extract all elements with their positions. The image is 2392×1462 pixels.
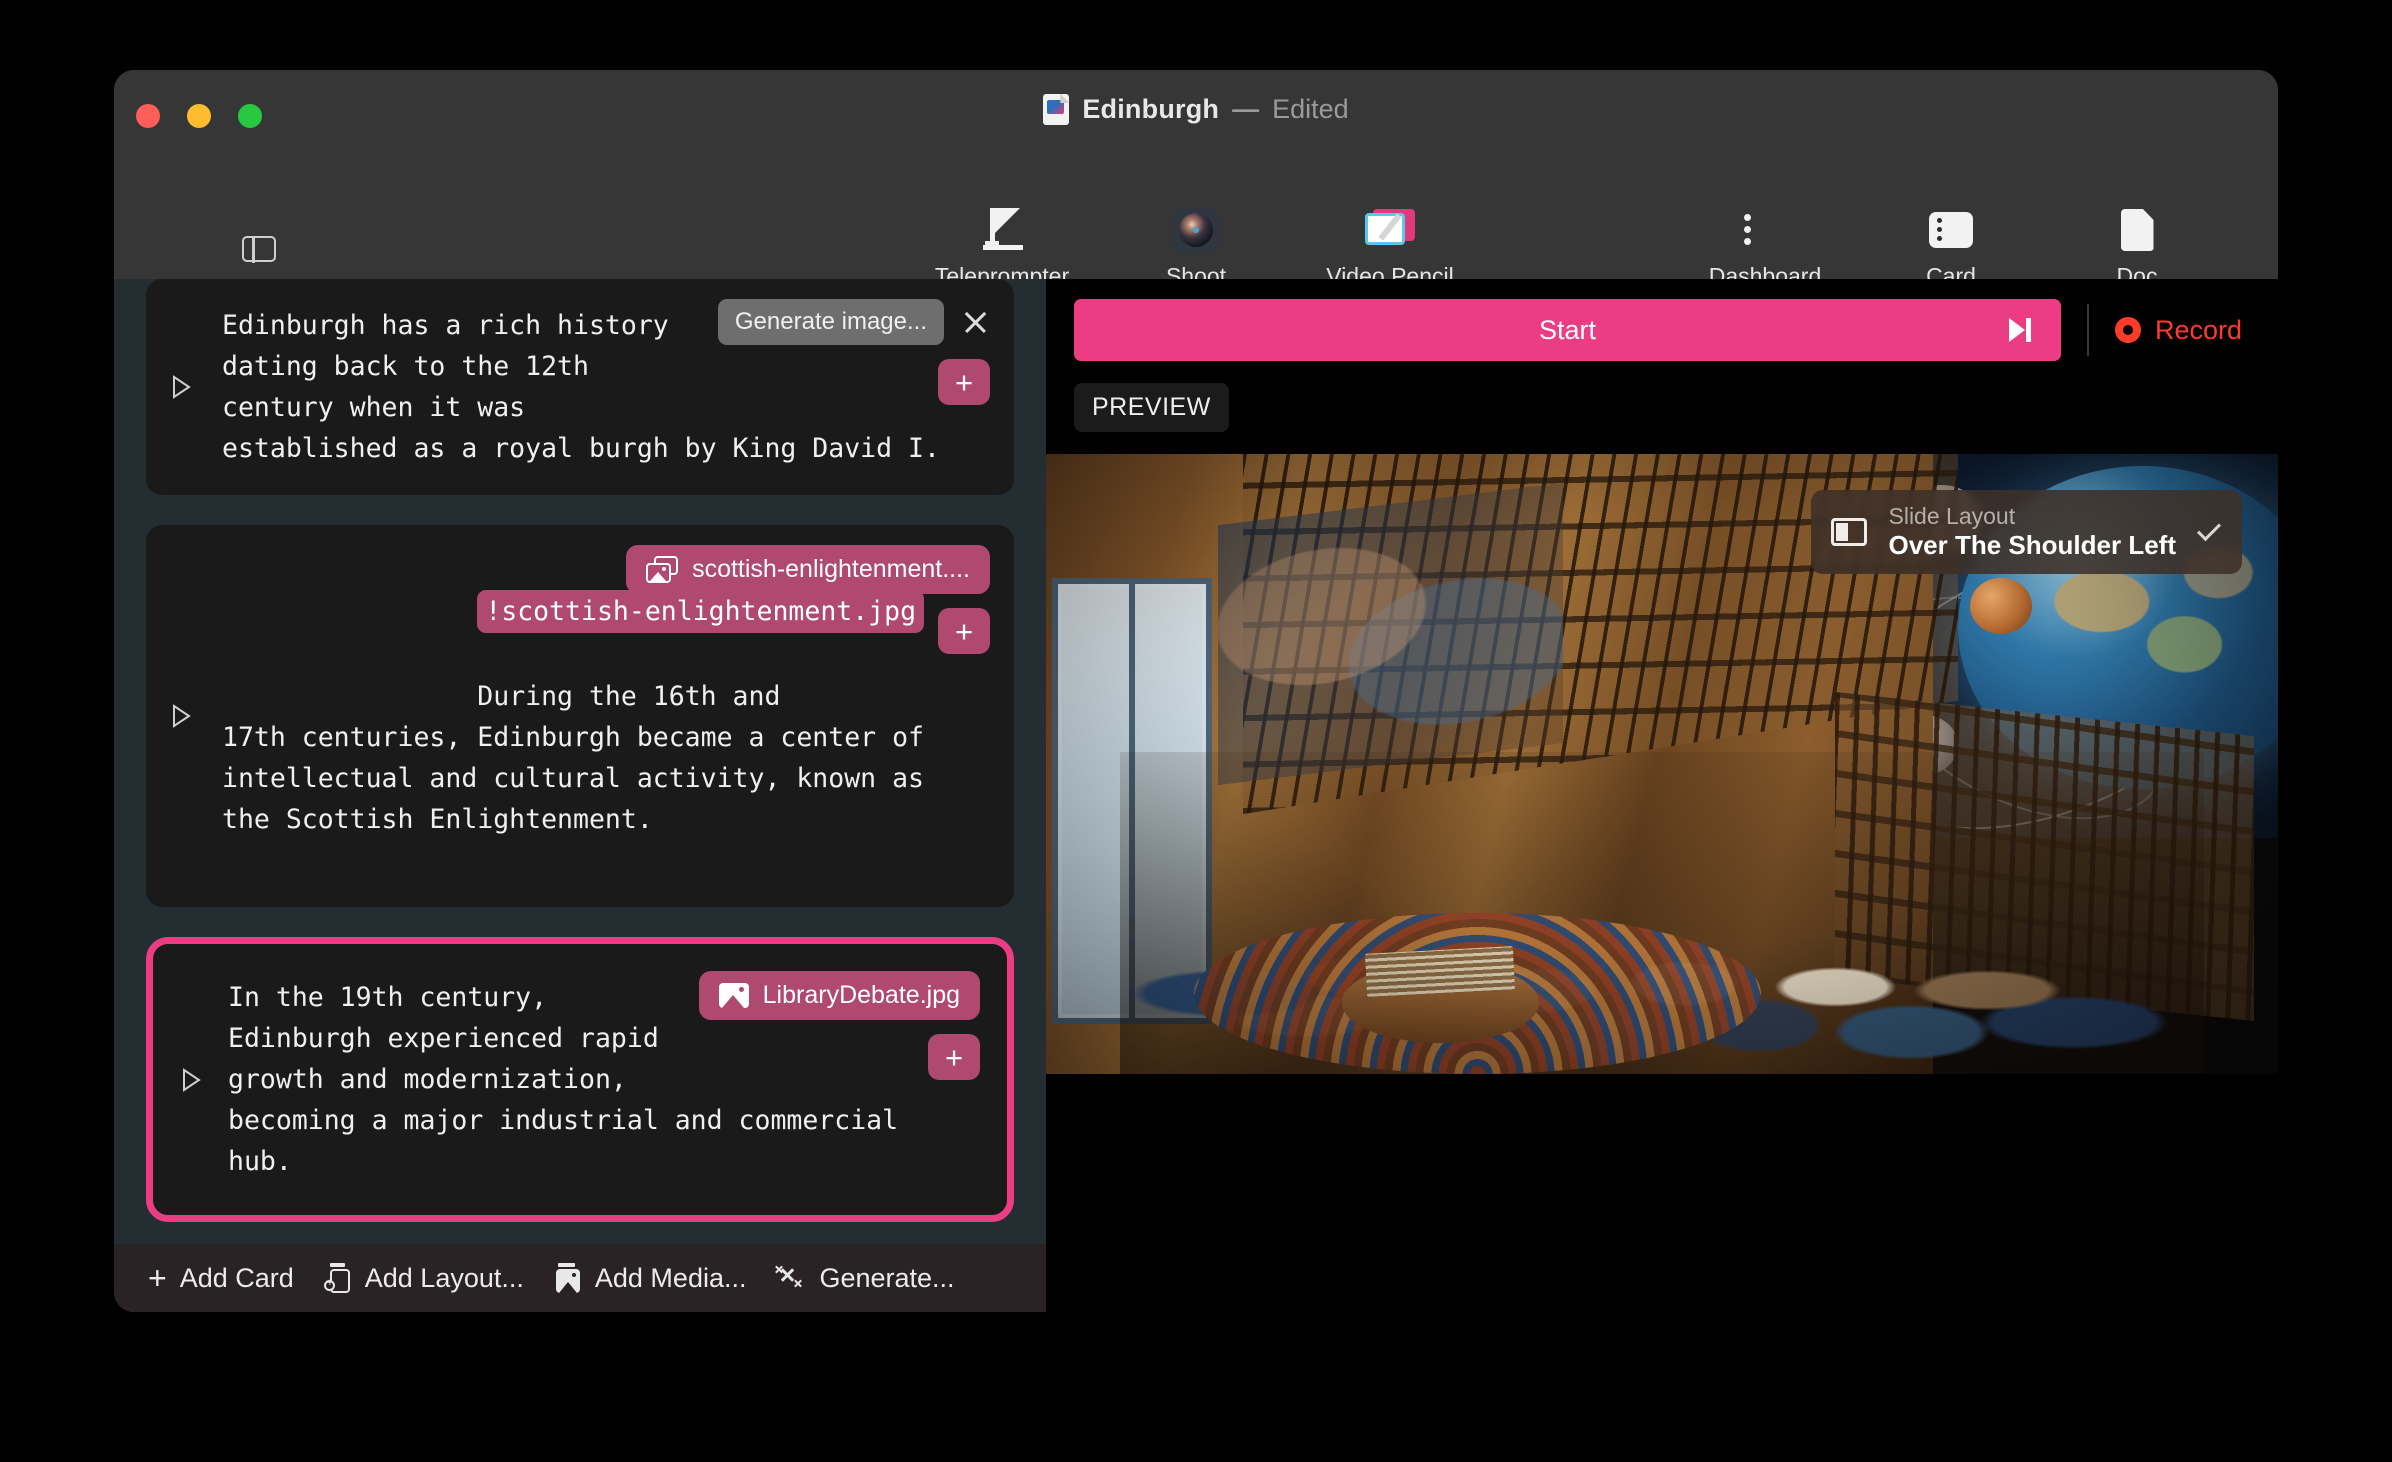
toolbar-item-shoot[interactable]: Shoot bbox=[1131, 207, 1261, 290]
card-actions: Generate image... + bbox=[717, 299, 990, 405]
toolbar-item-dashboard[interactable]: Dashboard bbox=[1700, 207, 1830, 290]
app-window: Edinburgh — Edited Teleprompter Shoot Vi… bbox=[114, 70, 2278, 1312]
slide-layout-title: Slide Layout bbox=[1888, 503, 2016, 529]
window-title: Edinburgh — Edited bbox=[114, 94, 2278, 125]
start-button[interactable]: Start bbox=[1074, 299, 2061, 361]
window-edit-state: Edited bbox=[1272, 94, 1349, 124]
record-button[interactable]: Record bbox=[2114, 314, 2250, 346]
card-list-icon bbox=[1929, 207, 1973, 253]
toolbar-item-video-pencil[interactable]: Video Pencil bbox=[1325, 207, 1455, 290]
photo-stack-icon bbox=[646, 556, 679, 583]
add-card-button[interactable]: + Add Card bbox=[148, 1262, 294, 1294]
slide-layout-selector[interactable]: Slide Layout Over The Shoulder Left bbox=[1810, 490, 2242, 574]
document-icon bbox=[2120, 207, 2154, 253]
card-text[interactable]: During the 16th and 17th centuries, Edin… bbox=[222, 681, 924, 835]
skip-forward-icon bbox=[2008, 318, 2031, 342]
preview-badge: PREVIEW bbox=[1074, 383, 1229, 432]
generate-image-button[interactable]: Generate image... bbox=[717, 299, 944, 345]
document-file-icon bbox=[1043, 94, 1070, 125]
preview-panel: Start Record PREVIEW Slide Layout Over T… bbox=[1046, 279, 2278, 1312]
card-actions: scottish-enlightenment.... + bbox=[626, 545, 990, 654]
card-actions: LibraryDebate.jpg + bbox=[698, 971, 980, 1080]
add-media-icon bbox=[554, 1262, 582, 1294]
slide-layout-icon bbox=[1830, 517, 1867, 546]
start-label: Start bbox=[1538, 314, 1596, 345]
teleprompter-icon bbox=[979, 207, 1025, 253]
media-pill-label: LibraryDebate.jpg bbox=[762, 981, 960, 1009]
divider bbox=[2086, 304, 2089, 356]
toolbar-item-teleprompter[interactable]: Teleprompter bbox=[935, 207, 1069, 290]
sparkle-icon bbox=[775, 1263, 806, 1293]
add-media-plus-button[interactable]: + bbox=[938, 359, 990, 405]
add-media-plus-button[interactable]: + bbox=[928, 1034, 980, 1080]
play-icon[interactable] bbox=[172, 375, 191, 399]
toolbar-item-doc[interactable]: Doc bbox=[2072, 207, 2202, 290]
window-body: Edinburgh has a rich history dating back… bbox=[114, 279, 2278, 1312]
cards-list: Edinburgh has a rich history dating back… bbox=[114, 279, 1046, 1312]
play-icon[interactable] bbox=[172, 704, 191, 728]
add-layout-icon bbox=[323, 1262, 352, 1294]
add-layout-label: Add Layout... bbox=[364, 1262, 524, 1293]
add-layout-button[interactable]: Add Layout... bbox=[323, 1262, 524, 1294]
slide-layout-value: Over The Shoulder Left bbox=[1888, 530, 2177, 561]
cards-bottom-toolbar: + Add Card Add Layout... Add Media... bbox=[114, 1244, 1046, 1312]
play-icon[interactable] bbox=[182, 1067, 201, 1092]
record-label: Record bbox=[2154, 314, 2242, 345]
add-media-plus-button[interactable]: + bbox=[938, 608, 990, 654]
list-icon bbox=[1744, 207, 1786, 253]
video-pencil-icon bbox=[1365, 207, 1415, 253]
toolbar-center-group: Teleprompter Shoot Video Pencil bbox=[935, 207, 1455, 290]
card-item[interactable]: !scottish-enlightenment.jpg During the 1… bbox=[146, 525, 1014, 907]
toolbar-item-card[interactable]: Card bbox=[1886, 207, 2016, 290]
title-bar: Edinburgh — Edited bbox=[114, 70, 2278, 166]
cards-panel: Edinburgh has a rich history dating back… bbox=[114, 279, 1046, 1312]
card-item-selected[interactable]: In the 19th century, Edinburgh experienc… bbox=[146, 937, 1014, 1222]
media-pill-label: scottish-enlightenment.... bbox=[692, 555, 970, 583]
chevron-down-icon[interactable] bbox=[2196, 517, 2222, 542]
add-media-label: Add Media... bbox=[594, 1262, 747, 1293]
add-card-label: Add Card bbox=[179, 1262, 294, 1293]
media-pill[interactable]: LibraryDebate.jpg bbox=[698, 971, 980, 1020]
toolbar-right-group: Dashboard Card Doc bbox=[1700, 207, 2202, 290]
add-media-button[interactable]: Add Media... bbox=[554, 1262, 747, 1294]
generate-button[interactable]: Generate... bbox=[775, 1262, 955, 1294]
sidebar-toggle-icon[interactable] bbox=[242, 235, 276, 263]
plus-icon: + bbox=[148, 1260, 167, 1296]
window-title-text: Edinburgh bbox=[1082, 94, 1220, 124]
card-item[interactable]: Edinburgh has a rich history dating back… bbox=[146, 279, 1014, 495]
record-dot-icon bbox=[2114, 317, 2141, 343]
camera-lens-icon bbox=[1173, 207, 1219, 253]
media-pill[interactable]: scottish-enlightenment.... bbox=[626, 545, 990, 594]
preview-controls: Start Record bbox=[1046, 279, 2278, 361]
close-icon[interactable] bbox=[960, 307, 990, 337]
title-separator: — bbox=[1232, 94, 1260, 124]
photo-icon bbox=[718, 983, 749, 1008]
generate-label: Generate... bbox=[819, 1262, 955, 1293]
preview-image[interactable]: Slide Layout Over The Shoulder Left bbox=[1046, 454, 2278, 1074]
